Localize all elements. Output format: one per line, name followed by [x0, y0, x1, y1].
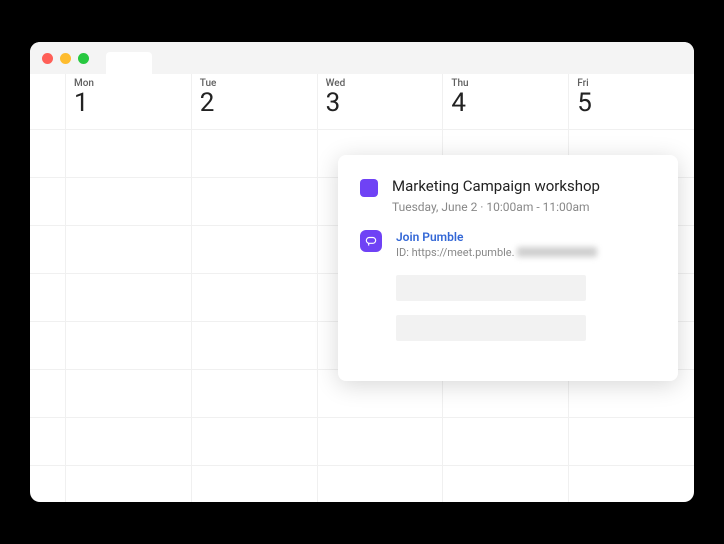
close-window-button[interactable]: [42, 53, 53, 64]
meeting-id: ID: https://meet.pumble.: [396, 246, 597, 259]
day-header-tue[interactable]: Tue 2: [192, 74, 318, 129]
event-color-swatch: [360, 179, 378, 197]
day-number: 3: [326, 89, 435, 118]
popup-placeholder-section: [396, 275, 656, 341]
day-label: Fri: [577, 78, 686, 89]
pumble-icon: [360, 230, 382, 252]
day-label: Tue: [200, 78, 309, 89]
event-title: Marketing Campaign workshop: [392, 177, 600, 197]
day-header-thu[interactable]: Thu 4: [443, 74, 569, 129]
grid-column[interactable]: [66, 130, 192, 502]
day-header-mon[interactable]: Mon 1: [66, 74, 192, 129]
minimize-window-button[interactable]: [60, 53, 71, 64]
window-titlebar: [30, 42, 694, 74]
calendar-day-header: Mon 1 Tue 2 Wed 3 Thu 4 Fri 5: [30, 74, 694, 130]
grid-column[interactable]: [192, 130, 318, 502]
browser-tab[interactable]: [106, 52, 152, 74]
time-gutter: [30, 130, 66, 502]
placeholder-line: [396, 275, 586, 301]
event-details-popup: Marketing Campaign workshop Tuesday, Jun…: [338, 155, 678, 381]
join-meeting-link[interactable]: Join Pumble: [396, 230, 597, 244]
day-number: 4: [451, 89, 560, 118]
placeholder-line: [396, 315, 586, 341]
maximize-window-button[interactable]: [78, 53, 89, 64]
day-number: 1: [74, 89, 183, 118]
day-header-fri[interactable]: Fri 5: [569, 74, 694, 129]
day-label: Mon: [74, 78, 183, 89]
event-time: Tuesday, June 2 · 10:00am - 11:00am: [392, 200, 600, 214]
day-label: Thu: [451, 78, 560, 89]
redacted-text: [517, 247, 597, 257]
header-gutter: [30, 74, 66, 129]
day-header-wed[interactable]: Wed 3: [318, 74, 444, 129]
day-label: Wed: [326, 78, 435, 89]
day-number: 5: [577, 89, 686, 118]
day-number: 2: [200, 89, 309, 118]
